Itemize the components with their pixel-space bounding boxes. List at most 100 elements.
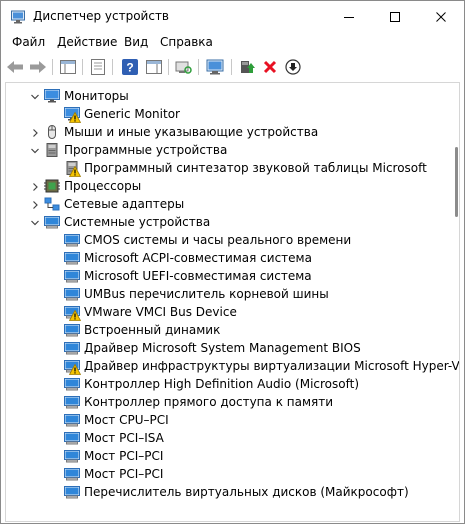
monitor-icon [44, 89, 60, 103]
tree-item-label: Системные устройства [64, 215, 211, 229]
arrow-right-icon [30, 61, 46, 73]
tree-device[interactable]: Microsoft ACPI-совместимая система [6, 249, 446, 267]
tree-device[interactable]: Generic Monitor [6, 105, 446, 123]
system-icon [64, 269, 80, 283]
title-bar[interactable]: Диспетчер устройств [1, 1, 464, 33]
tree-item-label: UMBus перечислитель корневой шины [84, 287, 329, 301]
tree-item-label: Мониторы [64, 89, 129, 103]
properties-button[interactable] [88, 57, 108, 77]
download-arrow-icon [285, 59, 301, 75]
chevron-down-icon[interactable] [30, 217, 40, 227]
close-button[interactable] [418, 1, 464, 33]
device-manager-window: Диспетчер устройств Файл Действие Вид Сп… [0, 0, 465, 524]
tree-device[interactable]: Мост CPU–PCI [6, 411, 446, 429]
tree-device[interactable]: Контроллер High Definition Audio (Micros… [6, 375, 446, 393]
chevron-down-icon[interactable] [30, 91, 40, 101]
system-icon [64, 377, 80, 391]
toolbar-separator [112, 59, 113, 75]
system-icon [64, 413, 80, 427]
tree-item-label: Контроллер прямого доступа к памяти [84, 395, 334, 409]
tree-category[interactable]: Процессоры [6, 177, 446, 195]
toolbar-separator [52, 59, 53, 75]
computer-icon [206, 59, 224, 75]
tree-item-label: Процессоры [64, 179, 142, 193]
maximize-icon [390, 12, 400, 22]
delete-icon [263, 60, 277, 74]
system-icon [64, 395, 80, 409]
software-icon [64, 161, 81, 177]
tree-device[interactable]: Мост PCI–PCI [6, 447, 446, 465]
tree-device[interactable]: Перечислитель виртуальных дисков (Майкро… [6, 483, 446, 501]
tree-device[interactable]: Встроенный динамик [6, 321, 446, 339]
system-icon [64, 359, 81, 375]
device-manager-app-icon [11, 10, 25, 24]
software-icon [44, 143, 60, 157]
help-button[interactable]: ? [120, 57, 140, 77]
system-icon [64, 251, 80, 265]
tree-item-label: Мыши и иные указывающие устройства [64, 125, 319, 139]
uninstall-device-button[interactable] [260, 57, 280, 77]
tree-item-label: Мост PCI–PCI [84, 449, 164, 463]
tree-device[interactable]: Microsoft UEFI-совместимая система [6, 267, 446, 285]
properties-icon [91, 59, 105, 75]
tree-category[interactable]: Программные устройства [6, 141, 446, 159]
tree-item-label: Программный синтезатор звуковой таблицы … [84, 161, 427, 175]
menu-file[interactable]: Файл [12, 35, 45, 49]
tree-item-label: Мост PCI–PCI [84, 467, 164, 481]
toolbar-separator [168, 59, 169, 75]
scan-hardware-icon [175, 61, 192, 74]
chevron-right-icon[interactable] [30, 199, 40, 209]
tree-device[interactable]: CMOS системы и часы реального времени [6, 231, 446, 249]
tree-device[interactable]: UMBus перечислитель корневой шины [6, 285, 446, 303]
menu-action[interactable]: Действие [57, 35, 117, 49]
tree-item-label: VMware VMCI Bus Device [84, 305, 237, 319]
chevron-down-icon[interactable] [30, 145, 40, 155]
tree-device[interactable]: Контроллер прямого доступа к памяти [6, 393, 446, 411]
tree-category[interactable]: Системные устройства [6, 213, 446, 231]
monitor-icon [64, 107, 81, 123]
tree-device[interactable]: Программный синтезатор звуковой таблицы … [6, 159, 446, 177]
network-icon [44, 197, 60, 211]
vertical-scrollbar-thumb[interactable] [455, 147, 458, 217]
back-button[interactable] [5, 57, 25, 77]
tree-item-label: Сетевые адаптеры [64, 197, 185, 211]
forward-button[interactable] [28, 57, 48, 77]
tree-device[interactable]: Драйвер инфраструктуры виртуализации Mic… [6, 357, 459, 375]
tree-item-label: CMOS системы и часы реального времени [84, 233, 352, 247]
menu-help[interactable]: Справка [160, 35, 213, 49]
tree-item-label: Перечислитель виртуальных дисков (Майкро… [84, 485, 409, 499]
warning-icon [69, 166, 81, 177]
close-icon [436, 12, 446, 22]
minimize-icon [344, 17, 354, 18]
download-update-button[interactable] [283, 57, 303, 77]
chevron-right-icon[interactable] [30, 181, 40, 191]
action-pane-button[interactable] [144, 57, 164, 77]
tree-device[interactable]: Мост PCI–ISA [6, 429, 446, 447]
tree-category[interactable]: Мыши и иные указывающие устройства [6, 123, 446, 141]
toolbar: ? [1, 54, 464, 80]
tree-device[interactable]: Драйвер Microsoft System Management BIOS [6, 339, 446, 357]
mouse-icon [44, 125, 60, 139]
maximize-button[interactable] [372, 1, 418, 33]
minimize-button[interactable] [326, 1, 372, 33]
warning-icon [69, 112, 81, 123]
scan-hardware-button[interactable] [174, 57, 194, 77]
system-icon [64, 467, 80, 481]
tree-category[interactable]: Сетевые адаптеры [6, 195, 446, 213]
tree-item-label: Мост PCI–ISA [84, 431, 164, 445]
computer-view-button[interactable] [205, 57, 225, 77]
console-tree-icon [60, 60, 76, 74]
cpu-icon [44, 179, 60, 193]
update-driver-button[interactable] [237, 57, 257, 77]
device-tree[interactable]: Мониторы Generic Monitor Мыши и иные указы… [5, 82, 460, 522]
tree-item-label: Microsoft UEFI-совместимая система [84, 269, 312, 283]
tree-device[interactable]: Мост PCI–PCI [6, 465, 446, 483]
menu-view[interactable]: Вид [124, 35, 148, 49]
warning-icon [69, 364, 81, 375]
show-hide-tree-button[interactable] [58, 57, 78, 77]
chevron-right-icon[interactable] [30, 127, 40, 137]
system-icon [64, 287, 80, 301]
tree-device[interactable]: VMware VMCI Bus Device [6, 303, 446, 321]
arrow-left-icon [7, 61, 23, 73]
tree-category[interactable]: Мониторы [6, 87, 446, 105]
